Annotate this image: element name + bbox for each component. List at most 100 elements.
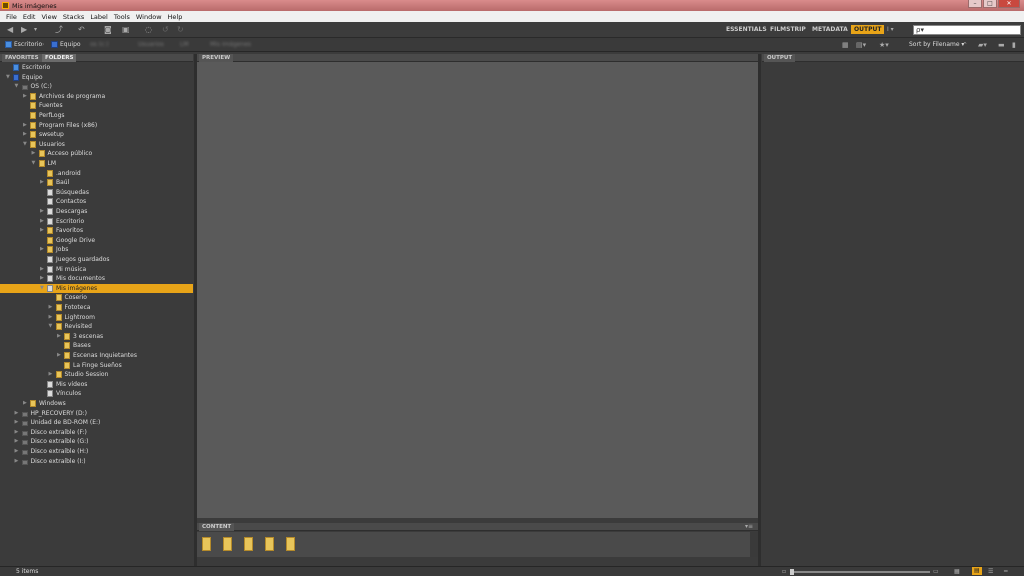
tree-item[interactable]: ▶ Favoritos	[0, 226, 193, 236]
tree-item[interactable]: ▶ Unidad de BD-ROM (E:)	[0, 418, 193, 428]
disclosure-triangle-icon[interactable]: ▶	[40, 266, 44, 272]
camera-import-icon[interactable]: ◙	[104, 26, 112, 34]
tree-item[interactable]: ▶ Disco extraíble (F:)	[0, 428, 193, 438]
sort-direction-icon[interactable]: ⌃	[962, 41, 968, 49]
disclosure-triangle-icon[interactable]: ▶	[15, 419, 19, 425]
history-dropdown-icon[interactable]: ▾	[34, 26, 37, 34]
workspace-essentials[interactable]: ESSENTIALS	[726, 26, 767, 33]
breadcrumb-mis-imagenes[interactable]: Mis imágenes	[210, 41, 251, 48]
tree-item[interactable]: Escritorio	[0, 63, 193, 73]
menu-file[interactable]: File	[3, 11, 20, 22]
workspace-metadata[interactable]: METADATA	[812, 26, 848, 33]
folder-thumbnail[interactable]	[244, 537, 253, 551]
disclosure-triangle-icon[interactable]: ▶	[49, 314, 53, 320]
open-recent-icon[interactable]: ▰▾	[978, 41, 987, 49]
tree-item[interactable]: .android	[0, 169, 193, 179]
disclosure-triangle-icon[interactable]: ▶	[49, 304, 53, 310]
slider-knob[interactable]	[790, 569, 794, 575]
tree-item[interactable]: ▼ OS (C:)	[0, 82, 193, 92]
search-input[interactable]: ρ▾	[913, 25, 1021, 35]
panel-menu-icon[interactable]: ▾≡	[745, 523, 753, 531]
tab-output[interactable]: OUTPUT	[764, 54, 796, 62]
tree-item[interactable]: Contactos	[0, 197, 193, 207]
tree-item[interactable]: ▶ HP_RECOVERY (D:)	[0, 409, 193, 419]
disclosure-triangle-icon[interactable]: ▼	[23, 141, 27, 147]
tree-item[interactable]: ▶ Program Files (x86)	[0, 121, 193, 131]
maximize-button[interactable]: □	[983, 0, 997, 8]
refine-icon[interactable]: ▣	[122, 26, 130, 34]
disclosure-triangle-icon[interactable]: ▶	[49, 371, 53, 377]
menu-help[interactable]: Help	[165, 11, 186, 22]
tree-item[interactable]: ▼ Equipo	[0, 73, 193, 83]
tree-item[interactable]: ▶ Acceso público	[0, 149, 193, 159]
menu-tools[interactable]: Tools	[111, 11, 133, 22]
zoom-out-icon[interactable]: ▫	[782, 568, 786, 576]
tree-item[interactable]: Fuentes	[0, 101, 193, 111]
disclosure-triangle-icon[interactable]: ▶	[40, 218, 44, 224]
disclosure-triangle-icon[interactable]: ▼	[49, 323, 53, 329]
disclosure-triangle-icon[interactable]: ▶	[15, 458, 19, 464]
tree-item[interactable]: Bases	[0, 341, 193, 351]
delete-icon[interactable]: ▮	[1012, 41, 1016, 49]
disclosure-triangle-icon[interactable]: ▶	[40, 208, 44, 214]
view-details-icon[interactable]: ☰	[988, 568, 993, 576]
tree-item[interactable]: Búsquedas	[0, 188, 193, 198]
tree-item[interactable]: ▶ Lightroom	[0, 313, 193, 323]
disclosure-triangle-icon[interactable]: ▶	[15, 448, 19, 454]
tree-item[interactable]: La Finge Sueños	[0, 361, 193, 371]
tree-item[interactable]: ▼ Mis imágenes	[0, 283, 193, 294]
tree-item[interactable]: ▶ Baúl	[0, 178, 193, 188]
folder-thumbnail[interactable]	[202, 537, 211, 551]
disclosure-triangle-icon[interactable]: ▼	[6, 74, 10, 80]
tree-item[interactable]: ▶ Descargas	[0, 207, 193, 217]
tree-item[interactable]: ▶ Fototeca	[0, 303, 193, 313]
disclosure-triangle-icon[interactable]: ▶	[23, 131, 27, 137]
reveal-recent-icon[interactable]: ↶	[78, 26, 85, 34]
tree-item[interactable]: ▼ LM	[0, 159, 193, 169]
tree-item[interactable]: ▶ Disco extraíble (H:)	[0, 447, 193, 457]
new-folder-icon[interactable]: ▬	[998, 41, 1005, 49]
tree-item[interactable]: PerfLogs	[0, 111, 193, 121]
view-list-icon[interactable]: ━	[1004, 568, 1008, 576]
back-arrow-icon[interactable]: ◀	[7, 26, 13, 34]
tree-item[interactable]: ▶ Disco extraíble (I:)	[0, 457, 193, 467]
tree-item[interactable]: ▶ Mis documentos	[0, 274, 193, 284]
workspace-output[interactable]: OUTPUT	[851, 25, 885, 34]
grid-view-icon[interactable]: ▦	[842, 41, 849, 49]
content-scrollbar[interactable]	[750, 532, 758, 557]
tree-item[interactable]: ▼ Usuarios	[0, 140, 193, 150]
disclosure-triangle-icon[interactable]: ▶	[40, 246, 44, 252]
open-in-camera-raw-icon[interactable]: ◌	[145, 26, 152, 34]
menu-view[interactable]: View	[38, 11, 59, 22]
breadcrumb-drive[interactable]: os (c:)	[90, 41, 109, 48]
disclosure-triangle-icon[interactable]: ▶	[15, 438, 19, 444]
disclosure-triangle-icon[interactable]: ▶	[23, 400, 27, 406]
tree-item[interactable]: ▶ Jobs	[0, 245, 193, 255]
disclosure-triangle-icon[interactable]: ▶	[23, 122, 27, 128]
menu-stacks[interactable]: Stacks	[60, 11, 87, 22]
tree-item[interactable]: ▶ Archivos de programa	[0, 92, 193, 102]
minimize-button[interactable]: –	[968, 0, 982, 8]
tree-item[interactable]: ▶ Windows	[0, 399, 193, 409]
thumbnail-size-slider[interactable]	[790, 569, 930, 575]
zoom-in-icon[interactable]: ▭	[933, 568, 939, 576]
tab-content[interactable]: CONTENT	[199, 523, 235, 531]
tree-item[interactable]: ▶ Escritorio	[0, 217, 193, 227]
forward-arrow-icon[interactable]: ▶	[21, 26, 27, 34]
breadcrumb-escritorio[interactable]: Escritorio	[14, 41, 42, 48]
view-options-icon[interactable]: ▤▾	[856, 41, 866, 49]
disclosure-triangle-icon[interactable]: ▼	[32, 160, 36, 166]
disclosure-triangle-icon[interactable]: ▶	[57, 333, 61, 339]
tab-preview[interactable]: PREVIEW	[199, 54, 234, 62]
tree-item[interactable]: ▼ Revisited	[0, 322, 193, 332]
disclosure-triangle-icon[interactable]: ▶	[40, 275, 44, 281]
folder-thumbnail[interactable]	[223, 537, 232, 551]
disclosure-triangle-icon[interactable]: ▶	[15, 410, 19, 416]
breadcrumb-equipo[interactable]: Equipo	[60, 41, 81, 48]
tree-item[interactable]: Google Drive	[0, 236, 193, 246]
sort-by-dropdown[interactable]: Sort by Filename ▾	[909, 41, 964, 48]
tree-item[interactable]: ▶ 3 escenas	[0, 332, 193, 342]
tree-item[interactable]: ▶ swsetup	[0, 130, 193, 140]
tree-item[interactable]: Coserio	[0, 293, 193, 303]
tree-item[interactable]: ▶ Disco extraíble (G:)	[0, 437, 193, 447]
